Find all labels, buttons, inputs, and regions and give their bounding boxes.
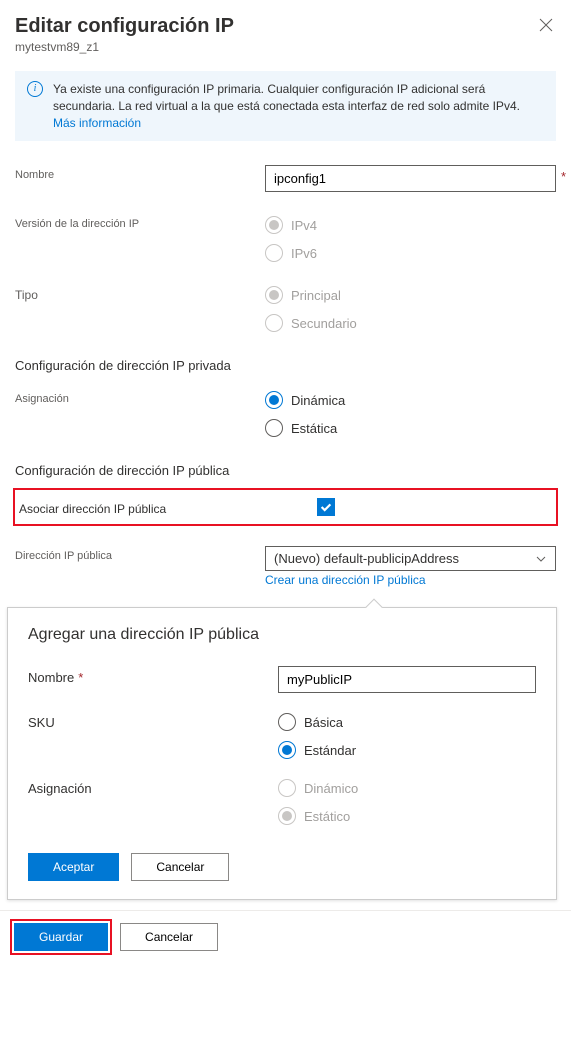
radio-sku-basic[interactable]: Básica xyxy=(278,713,536,731)
info-text: Ya existe una configuración IP primaria.… xyxy=(53,82,520,113)
info-more-link[interactable]: Más información xyxy=(53,116,141,130)
callout-row-assignment: Asignación Dinámico Estático xyxy=(28,777,536,825)
radio-ipv4: IPv4 xyxy=(265,216,556,234)
row-type: Tipo Principal Secundario xyxy=(0,278,571,338)
radio-icon xyxy=(278,807,296,825)
radio-static-private[interactable]: Estática xyxy=(265,419,556,437)
label-associate-public: Asociar dirección IP pública xyxy=(17,498,317,516)
cancel-button[interactable]: Cancelar xyxy=(120,923,218,951)
name-input[interactable] xyxy=(265,165,556,192)
radio-dynamic-private[interactable]: Dinámica xyxy=(265,391,556,409)
radio-icon xyxy=(278,741,296,759)
radio-icon xyxy=(265,216,283,234)
row-name: Nombre * xyxy=(0,159,571,198)
close-icon[interactable] xyxy=(539,18,553,32)
label-public-ip: Dirección IP pública xyxy=(15,546,265,562)
callout-label-name: Nombre* xyxy=(28,666,278,685)
callout-beak xyxy=(366,599,383,616)
radio-icon xyxy=(278,713,296,731)
callout-title: Agregar una dirección IP pública xyxy=(28,626,536,644)
info-banner: i Ya existe una configuración IP primari… xyxy=(15,71,556,141)
callout-cancel-button[interactable]: Cancelar xyxy=(131,853,229,881)
public-ip-dropdown[interactable]: (Nuevo) default-publicipAddress xyxy=(265,546,556,571)
section-public-ip: Configuración de dirección IP pública xyxy=(0,443,571,488)
radio-assign-static: Estático xyxy=(278,807,536,825)
callout-label-assignment: Asignación xyxy=(28,777,278,796)
label-type: Tipo xyxy=(15,284,265,302)
label-name: Nombre xyxy=(15,165,265,181)
section-private-ip: Configuración de dirección IP privada xyxy=(0,338,571,383)
row-assignment-private: Asignación Dinámica Estática xyxy=(0,383,571,443)
row-ip-version: Versión de la dirección IP IPv4 IPv6 xyxy=(0,208,571,268)
radio-icon xyxy=(265,419,283,437)
radio-icon xyxy=(265,314,283,332)
callout-buttons: Aceptar Cancelar xyxy=(28,853,536,881)
label-assignment: Asignación xyxy=(15,389,265,405)
create-public-ip-callout: Agregar una dirección IP pública Nombre*… xyxy=(7,607,557,900)
save-button[interactable]: Guardar xyxy=(14,923,108,951)
radio-icon xyxy=(265,244,283,262)
accept-button[interactable]: Aceptar xyxy=(28,853,119,881)
info-text-wrap: Ya existe una configuración IP primaria.… xyxy=(53,81,544,131)
associate-public-checkbox[interactable] xyxy=(317,498,335,516)
row-public-ip: Dirección IP pública (Nuevo) default-pub… xyxy=(0,540,571,593)
radio-secundario: Secundario xyxy=(265,314,556,332)
radio-principal: Principal xyxy=(265,286,556,304)
callout-label-sku: SKU xyxy=(28,711,278,730)
radio-icon xyxy=(265,286,283,304)
required-mark: * xyxy=(561,169,566,184)
label-ip-version: Versión de la dirección IP xyxy=(15,214,265,230)
footer: Guardar Cancelar xyxy=(0,910,571,963)
panel-header: Editar configuración IP mytestvm89_z1 xyxy=(0,0,571,59)
radio-icon xyxy=(265,391,283,409)
page-title: Editar configuración IP xyxy=(15,15,556,38)
dropdown-value: (Nuevo) default-publicipAddress xyxy=(274,551,459,566)
radio-icon xyxy=(278,779,296,797)
row-associate-public: Asociar dirección IP pública xyxy=(13,488,558,526)
callout-row-name: Nombre* xyxy=(28,666,536,693)
info-icon: i xyxy=(27,81,43,97)
callout-row-sku: SKU Básica Estándar xyxy=(28,711,536,759)
chevron-down-icon xyxy=(535,553,547,565)
radio-ipv6: IPv6 xyxy=(265,244,556,262)
radio-assign-dynamic: Dinámico xyxy=(278,779,536,797)
create-public-ip-link[interactable]: Crear una dirección IP pública xyxy=(265,573,426,587)
public-ip-name-input[interactable] xyxy=(278,666,536,693)
page-subtitle: mytestvm89_z1 xyxy=(15,40,556,54)
radio-sku-standard[interactable]: Estándar xyxy=(278,741,536,759)
